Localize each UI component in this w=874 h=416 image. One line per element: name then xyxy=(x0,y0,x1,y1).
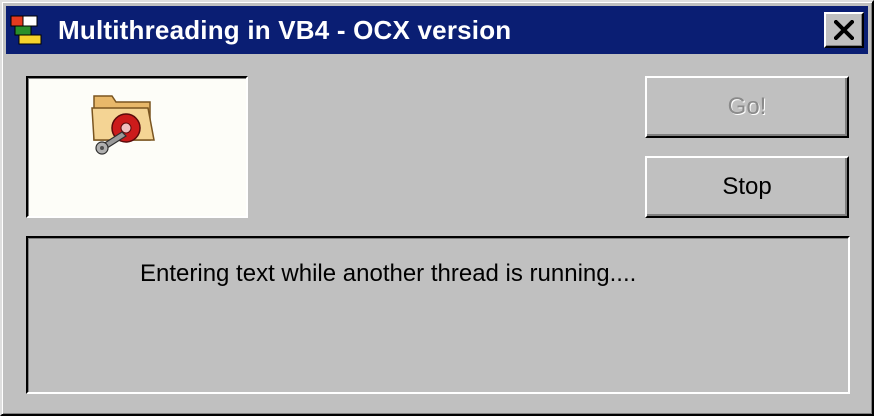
picture-box xyxy=(26,76,248,218)
app-icon xyxy=(10,14,44,46)
text-input-box[interactable]: Entering text while another thread is ru… xyxy=(26,236,850,394)
close-button[interactable] xyxy=(824,12,864,48)
go-button[interactable]: Go! xyxy=(645,76,849,138)
window-title: Multithreading in VB4 - OCX version xyxy=(58,15,512,45)
title-bar[interactable]: Multithreading in VB4 - OCX version xyxy=(6,6,868,54)
main-window: Multithreading in VB4 - OCX version Go! … xyxy=(0,0,874,416)
folder-disc-icon xyxy=(88,88,160,160)
stop-button[interactable]: Stop xyxy=(645,156,849,218)
text-input-value: Entering text while another thread is ru… xyxy=(140,260,637,287)
close-icon xyxy=(834,20,854,40)
